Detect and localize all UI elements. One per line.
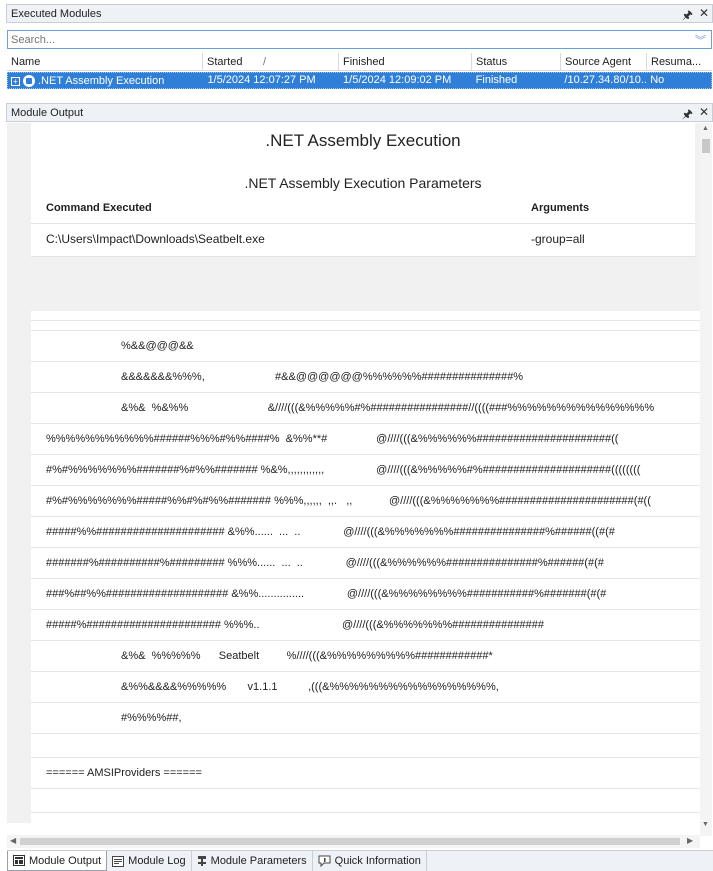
output-line: ====== AMSIProviders ====== [31, 758, 700, 789]
tab-module-log-label: Module Log [128, 855, 186, 867]
tab-quick-information-label: Quick Information [334, 855, 421, 867]
sort-indicator-icon: / [263, 56, 267, 68]
scroll-right-icon[interactable]: ▶ [687, 836, 693, 845]
row-name: .NET Assembly Execution [38, 75, 165, 87]
row-source-agent: /10.27.34.80/10... [564, 74, 647, 86]
tab-module-parameters-label: Module Parameters [210, 855, 307, 867]
row-started: 1/5/2024 12:07:27 PM [207, 74, 316, 86]
vertical-scrollbar[interactable]: ▲ ▼ [700, 123, 712, 836]
output-document: .NET Assembly Execution .NET Assembly Ex… [31, 123, 695, 257]
parameters-table-row: C:\Users\Impact\Downloads\Seatbelt.exe -… [31, 224, 695, 257]
output-line: #####%###################### %%%.. @////… [31, 610, 700, 641]
scroll-down-icon[interactable]: ▼ [702, 821, 709, 828]
output-line: GUID : {2781761E-28E0-4109-99FE-B9D127C5… [31, 813, 700, 823]
column-header-name[interactable]: Name [7, 53, 203, 71]
output-line: #%#%%%%%%%#####%%#%#%%####### %%%,,,,,, … [31, 486, 700, 517]
row-resumable: No [650, 74, 665, 86]
output-line: &%%&&&&%%%%% v1.1.1 ,(((&%%%%%%%%%%%%%%%… [31, 672, 700, 703]
output-line: &%& %&%% &////(((&%%%%%#%###############… [31, 393, 700, 424]
column-header-finished[interactable]: Finished [339, 53, 472, 71]
module-output-header: Module Output 🖈︎ ✕ [6, 103, 713, 122]
output-line [31, 789, 700, 813]
output-line: &&&&&&&%%%, #&&@@@@@@%%%%%%#############… [31, 362, 700, 393]
output-line: %%%%%%%%%%%######%%%#%%####% &%%**# @///… [31, 424, 700, 455]
row-finished: 1/5/2024 12:09:02 PM [343, 74, 452, 86]
output-lines: %&&@@@&& &&&&&&&%%%, #&&@@@@@@%%%%%%#####… [31, 311, 700, 823]
command-column-header: Command Executed [46, 202, 152, 214]
column-header-resumable[interactable]: Resuma... [647, 53, 712, 71]
scroll-up-icon[interactable]: ▲ [702, 125, 709, 132]
output-line: #######%##########%######### %%%...... .… [31, 548, 700, 579]
module-output-area[interactable]: .NET Assembly Execution .NET Assembly Ex… [7, 123, 700, 823]
output-line: #%#%%%%%%%#######%#%%####### %&%,,,,,,,,… [31, 455, 700, 486]
output-line [31, 734, 700, 758]
arguments-column-header: Arguments [531, 202, 590, 214]
output-line: &%& %%%%% Seatbelt %////(((&%%%%%%%%%###… [31, 641, 700, 672]
modules-grid-header: Name Started / Finished Status Source Age… [7, 53, 712, 71]
output-line [31, 321, 700, 331]
output-line: ###%##%%#################### &%%........… [31, 579, 700, 610]
column-header-status[interactable]: Status [472, 53, 561, 71]
table-row[interactable]: + .NET Assembly Execution 1/5/2024 12:07… [7, 72, 712, 89]
info-icon [318, 855, 331, 867]
pin-icon[interactable]: 🖈︎ [682, 6, 693, 27]
executed-modules-header: Executed Modules 🖈︎ ✕ [6, 4, 713, 23]
command-executed: C:\Users\Impact\Downloads\Seatbelt.exe [46, 232, 265, 246]
output-line [31, 311, 700, 321]
search-input[interactable] [8, 33, 678, 46]
tab-module-log[interactable]: Module Log [107, 851, 192, 871]
output-icon [13, 855, 25, 866]
expand-icon[interactable]: + [11, 76, 20, 86]
executed-modules-title: Executed Modules [11, 7, 102, 20]
search-box[interactable]: ︾ [7, 30, 712, 49]
tab-module-output-label: Module Output [29, 854, 102, 867]
module-stop-icon [23, 75, 35, 87]
log-icon [112, 855, 125, 867]
bottom-tab-strip: Module Output Module Log Module Paramete… [7, 850, 713, 871]
column-header-started[interactable]: Started / [203, 53, 339, 71]
chevron-down-icon[interactable]: ︾ [695, 32, 706, 48]
output-line: #####%%##################### &%%...... .… [31, 517, 700, 548]
tab-quick-information[interactable]: Quick Information [313, 851, 427, 871]
column-header-started-label: Started [207, 56, 243, 68]
parameters-table-header: Command Executed Arguments [31, 194, 695, 224]
parameters-title: .NET Assembly Execution Parameters [244, 175, 482, 191]
output-line: %&&@@@&& [31, 331, 700, 362]
parameters-icon [197, 855, 207, 867]
horizontal-scrollbar[interactable]: ◀ ▶ [7, 835, 700, 848]
row-name-cell[interactable]: + .NET Assembly Execution [8, 73, 203, 88]
arguments-value: -group=all [531, 232, 585, 246]
module-output-title: Module Output [11, 106, 84, 119]
row-status: Finished [475, 74, 518, 86]
document-title: .NET Assembly Execution [265, 131, 461, 150]
horizontal-scroll-thumb[interactable] [20, 838, 680, 845]
tab-module-parameters[interactable]: Module Parameters [192, 851, 313, 871]
scroll-left-icon[interactable]: ◀ [10, 836, 16, 845]
close-icon[interactable]: ✕ [699, 6, 709, 27]
output-line: #%%%%##, [31, 703, 700, 734]
column-header-source-agent[interactable]: Source Agent [561, 53, 647, 71]
tab-module-output[interactable]: Module Output [7, 851, 108, 871]
vertical-scroll-thumb[interactable] [702, 139, 710, 153]
